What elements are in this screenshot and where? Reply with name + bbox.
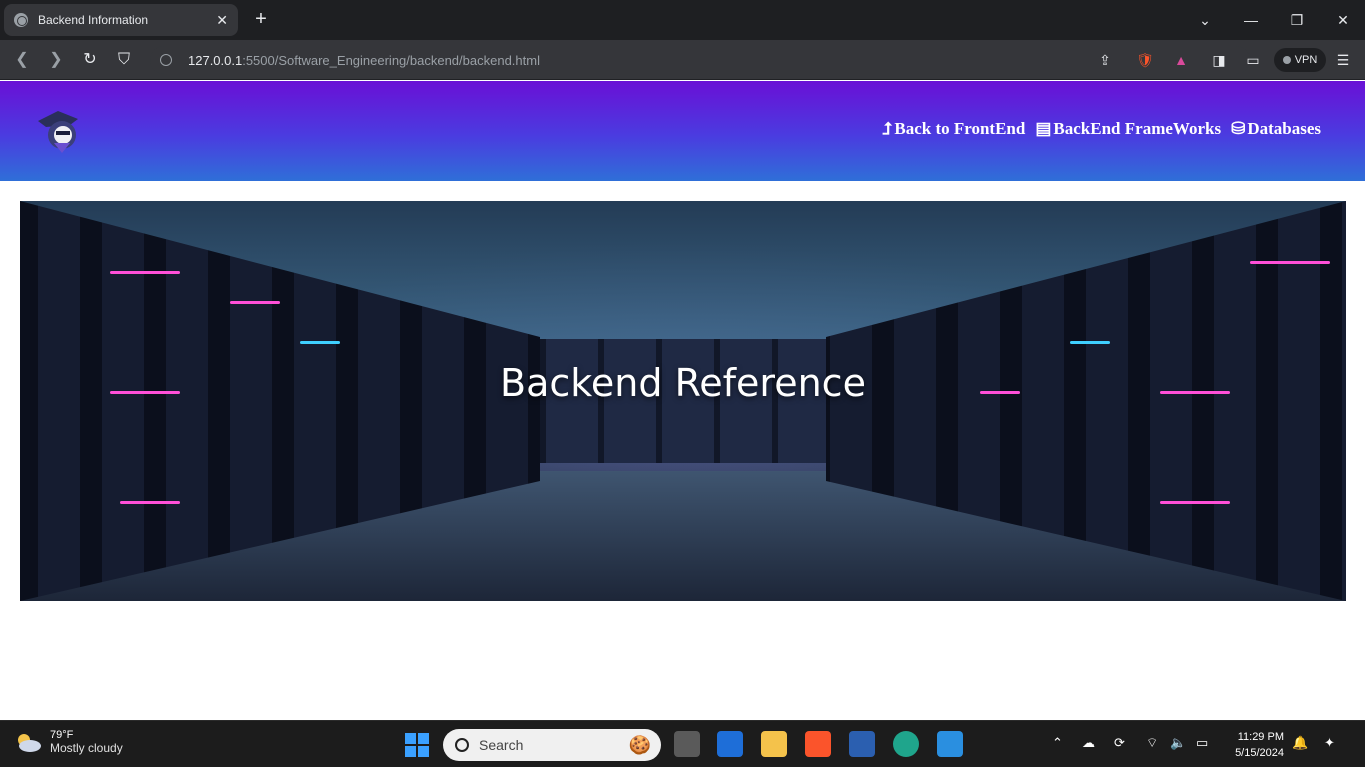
prime-video-icon[interactable]	[717, 731, 743, 757]
share-icon[interactable]: ⇪	[1094, 49, 1116, 71]
nav-label: Back to FrontEnd	[894, 119, 1026, 138]
main-nav: ⮥ Back to FrontEnd ▤ BackEnd FrameWorks …	[882, 119, 1321, 139]
hero-light	[1160, 501, 1230, 504]
hero-light	[1250, 261, 1330, 264]
onedrive-icon[interactable]: ☁	[1082, 735, 1095, 751]
file-explorer-icon[interactable]	[761, 731, 787, 757]
url-path: :5500/Software_Engineering/backend/backe…	[242, 52, 540, 68]
restore-button[interactable]: ❐	[1274, 0, 1320, 40]
close-tab-icon[interactable]: ✕	[216, 12, 228, 29]
brave-browser-icon[interactable]	[805, 731, 831, 757]
pirate-logo[interactable]	[36, 107, 80, 155]
nav-label: Databases	[1247, 119, 1321, 138]
battery-icon[interactable]: ▭	[1196, 735, 1208, 751]
browser-tab-bar: Backend Information ✕ + ⌄ — ❐ ✕	[0, 0, 1365, 40]
browser-toolbar: ❮ ❯ ↻ ⛉ 127.0.0.1 :5500/Software_Enginee…	[0, 40, 1365, 80]
arrow-up-icon: ⮥	[882, 119, 893, 138]
windows-taskbar: 79°F Mostly cloudy Search 🍪 ⌃ ☁ ⟳ ⌔ 🔈 ▭ …	[0, 720, 1365, 767]
copilot-icon[interactable]: ✦	[1324, 735, 1335, 751]
search-icon	[455, 738, 469, 752]
wifi-icon[interactable]: ⌔	[1146, 735, 1158, 751]
brave-rewards-icon[interactable]: ▲	[1170, 49, 1192, 71]
brave-shields-icon[interactable]: 🛡	[1134, 49, 1156, 71]
clock-date: 5/15/2024	[1235, 747, 1284, 759]
hero-title: Backend Reference	[500, 361, 866, 405]
back-button[interactable]: ❮	[10, 48, 34, 72]
task-view-icon[interactable]	[674, 731, 700, 757]
weather-temp: 79°F	[50, 729, 74, 741]
forward-button[interactable]: ❯	[44, 48, 68, 72]
taskbar-clock[interactable]: 11:29 PM 5/15/2024	[1222, 729, 1284, 761]
menu-icon[interactable]: ☰	[1332, 49, 1354, 71]
chevron-up-icon[interactable]: ⌃	[1052, 735, 1063, 751]
windows-start-icon[interactable]	[405, 733, 429, 757]
hero-light	[1070, 341, 1110, 344]
edge-icon[interactable]	[893, 731, 919, 757]
vpn-button[interactable]: VPN	[1274, 48, 1326, 72]
vscode-icon[interactable]	[937, 731, 963, 757]
volume-icon[interactable]: 🔈	[1170, 735, 1186, 751]
hero-light	[110, 271, 180, 274]
sync-icon[interactable]: ⟳	[1114, 735, 1125, 751]
cloud-icon	[18, 734, 41, 752]
browser-tab[interactable]: Backend Information ✕	[4, 4, 238, 36]
vpn-label: VPN	[1294, 54, 1318, 66]
cookie-icon: 🍪	[628, 735, 651, 755]
tab-title: Backend Information	[38, 13, 149, 27]
weather-widget[interactable]: 79°F Mostly cloudy	[14, 729, 123, 755]
hero-light	[300, 341, 340, 344]
tab-search-button[interactable]: ⌄	[1182, 0, 1228, 40]
clock-time: 11:29 PM	[1237, 731, 1284, 743]
database-icon: ⛁	[1231, 119, 1246, 138]
search-placeholder: Search	[479, 737, 524, 753]
hero-light	[120, 501, 180, 504]
reload-button[interactable]: ↻	[78, 48, 102, 72]
new-tab-button[interactable]: +	[250, 8, 272, 30]
globe-icon	[14, 13, 28, 27]
nav-label: BackEnd FrameWorks	[1053, 119, 1222, 138]
address-bar[interactable]: 127.0.0.1 :5500/Software_Engineering/bac…	[150, 46, 1250, 74]
hero-light	[230, 301, 280, 304]
site-header: ⮥ Back to FrontEnd ▤ BackEnd FrameWorks …	[0, 81, 1365, 181]
close-window-button[interactable]: ✕	[1320, 0, 1365, 40]
powershell-icon[interactable]	[849, 731, 875, 757]
hero-banner: Backend Reference	[20, 201, 1346, 601]
taskbar-search[interactable]: Search 🍪	[443, 729, 661, 761]
server-icon: ▤	[1035, 119, 1052, 138]
nav-databases[interactable]: ⛁ Databases	[1231, 119, 1321, 139]
sidebar-icon[interactable]: ◨	[1208, 49, 1230, 71]
minimize-button[interactable]: —	[1228, 0, 1274, 40]
notification-bell-icon[interactable]: 🔔	[1292, 735, 1308, 751]
vpn-status-icon	[1282, 56, 1291, 64]
site-info-icon[interactable]	[160, 54, 172, 66]
nav-backend-frameworks[interactable]: ▤ BackEnd FrameWorks	[1035, 119, 1221, 139]
url-host: 127.0.0.1	[188, 52, 243, 68]
weather-condition: Mostly cloudy	[50, 741, 123, 755]
wallet-icon[interactable]: ▭	[1242, 49, 1264, 71]
nav-back-to-frontend[interactable]: ⮥ Back to FrontEnd	[882, 119, 1025, 139]
bookmark-icon[interactable]: ⛉	[112, 48, 136, 72]
